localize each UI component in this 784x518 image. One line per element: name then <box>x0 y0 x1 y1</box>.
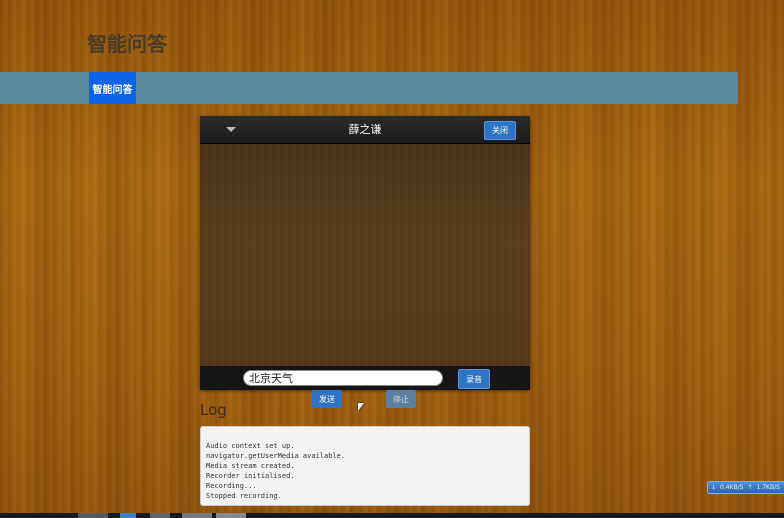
navbar: 智能问答 <box>0 72 738 104</box>
stop-button[interactable]: 停止 <box>386 390 416 408</box>
log-line: Media stream created. <box>206 462 295 470</box>
arrow-down-icon: ↓ <box>711 484 717 491</box>
taskbar-item[interactable] <box>78 513 108 518</box>
log-line: Recording... <box>206 482 257 490</box>
upload-speed: 1.7KB/S <box>756 484 780 491</box>
nav-item-qa[interactable]: 智能问答 <box>89 72 136 104</box>
site-title: 智能问答 <box>87 32 167 56</box>
taskbar-item[interactable] <box>216 513 246 518</box>
send-button[interactable]: 发送 <box>312 390 342 408</box>
log-output: Audio context set up. navigator.getUserM… <box>200 426 530 506</box>
log-line: navigator.getUserMedia available. <box>206 452 346 460</box>
taskbar-item[interactable] <box>182 513 212 518</box>
close-button[interactable]: 关闭 <box>484 121 516 140</box>
chat-messages-area <box>200 144 530 366</box>
taskbar <box>0 513 784 518</box>
chat-title: 薛之谦 <box>348 123 382 136</box>
log-line: Stopped recording. <box>206 492 282 500</box>
taskbar-item[interactable] <box>120 513 136 518</box>
record-button[interactable]: 录音 <box>458 369 490 389</box>
message-input[interactable]: 北京天气 <box>243 370 443 386</box>
mouse-cursor-icon <box>358 403 364 411</box>
arrow-up-icon: ↑ <box>747 484 753 491</box>
chat-window: 薛之谦 关闭 北京天气 录音 <box>200 116 530 390</box>
network-speed-widget[interactable]: ↓ 0.4KB/S ↑ 1.7KB/S <box>707 481 784 494</box>
log-heading: Log <box>200 401 227 419</box>
chat-header: 薛之谦 关闭 <box>200 116 530 144</box>
log-line: Recorder initialised. <box>206 472 295 480</box>
chat-footer: 北京天气 录音 <box>200 366 530 390</box>
taskbar-item[interactable] <box>150 513 170 518</box>
log-line: Audio context set up. <box>206 442 295 450</box>
download-speed: 0.4KB/S <box>720 484 744 491</box>
